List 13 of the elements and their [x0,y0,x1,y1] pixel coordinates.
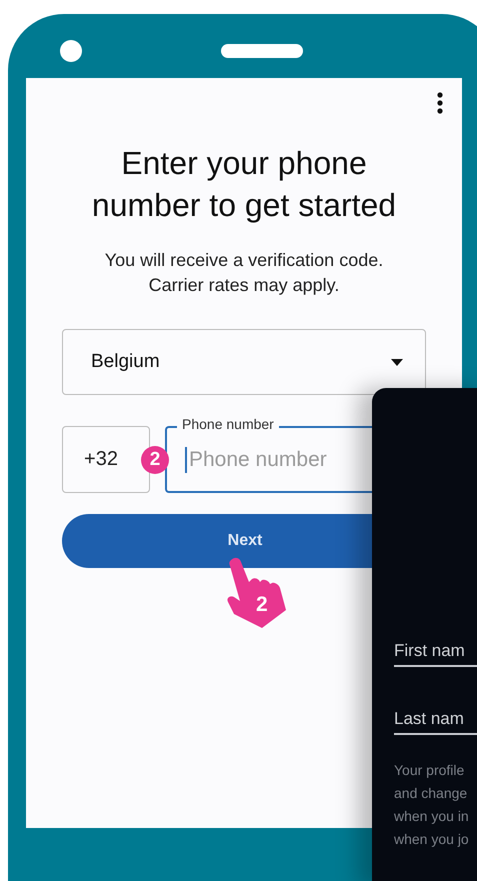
page-title: Enter your phone number to get started [90,144,398,225]
subtitle-text: You will receive a verification code. Carrier rates may apply. [104,249,384,297]
name-field[interactable]: Last nam [394,708,477,735]
next-button[interactable]: Next [62,514,372,568]
name-field[interactable]: First nam [394,640,477,667]
dropdown-caret-icon [391,358,403,366]
profile-note: Your profile and change when you in when you jo [394,761,470,849]
more-options-icon[interactable] [436,92,444,114]
country-dropdown[interactable]: Belgium [62,329,426,395]
step-number: 2 [256,594,268,616]
camera-icon [60,40,82,62]
step-badge: 2 [141,446,169,474]
speaker-icon [221,44,303,58]
